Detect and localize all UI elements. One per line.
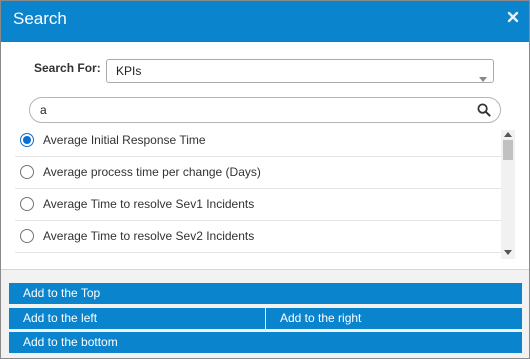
- search-icon[interactable]: [477, 103, 491, 117]
- search-for-label: Search For:: [34, 61, 101, 75]
- list-item[interactable]: Average Time to resolve Sev1 Incidents: [15, 189, 501, 221]
- list-item[interactable]: Average process time per change (Days): [15, 157, 501, 189]
- list-item-label: Average Initial Response Time: [43, 133, 206, 147]
- chevron-down-icon: [479, 69, 487, 82]
- list-item[interactable]: Average Initial Response Time: [15, 125, 501, 157]
- list-item-label: Average Time to resolve Sev2 Incidents: [43, 229, 255, 243]
- add-to-right-button[interactable]: Add to the right: [266, 308, 522, 329]
- results-list: Average Initial Response Time Average pr…: [15, 125, 501, 259]
- radio-button[interactable]: [20, 197, 34, 211]
- radio-button[interactable]: [20, 165, 34, 179]
- search-for-selected-value: KPIs: [116, 64, 142, 78]
- add-to-left-button[interactable]: Add to the left: [9, 308, 265, 329]
- list-item-label: Average Time to resolve Sev1 Incidents: [43, 197, 255, 211]
- dialog-titlebar: Search: [1, 1, 529, 42]
- results-scrollbar[interactable]: [501, 130, 515, 259]
- list-item[interactable]: [15, 253, 501, 259]
- scroll-down-arrow-icon[interactable]: [504, 250, 512, 255]
- scroll-up-arrow-icon[interactable]: [504, 132, 512, 137]
- search-dialog: Search Search For: KPIs Average Initial …: [0, 0, 530, 359]
- radio-button-selected[interactable]: [20, 133, 34, 147]
- list-item[interactable]: Average Time to resolve Sev2 Incidents: [15, 221, 501, 253]
- dialog-title: Search: [13, 9, 67, 28]
- radio-button[interactable]: [20, 229, 34, 243]
- scroll-thumb[interactable]: [503, 140, 513, 160]
- add-to-bottom-button[interactable]: Add to the bottom: [9, 332, 522, 353]
- search-input[interactable]: [40, 102, 460, 118]
- dialog-footer: Add to the Top Add to the left Add to th…: [1, 269, 529, 358]
- add-to-top-button[interactable]: Add to the Top: [9, 283, 522, 304]
- search-for-select[interactable]: KPIs: [106, 59, 494, 83]
- list-item-label: Average process time per change (Days): [43, 165, 261, 179]
- search-box: [29, 97, 501, 123]
- close-icon[interactable]: [505, 9, 521, 25]
